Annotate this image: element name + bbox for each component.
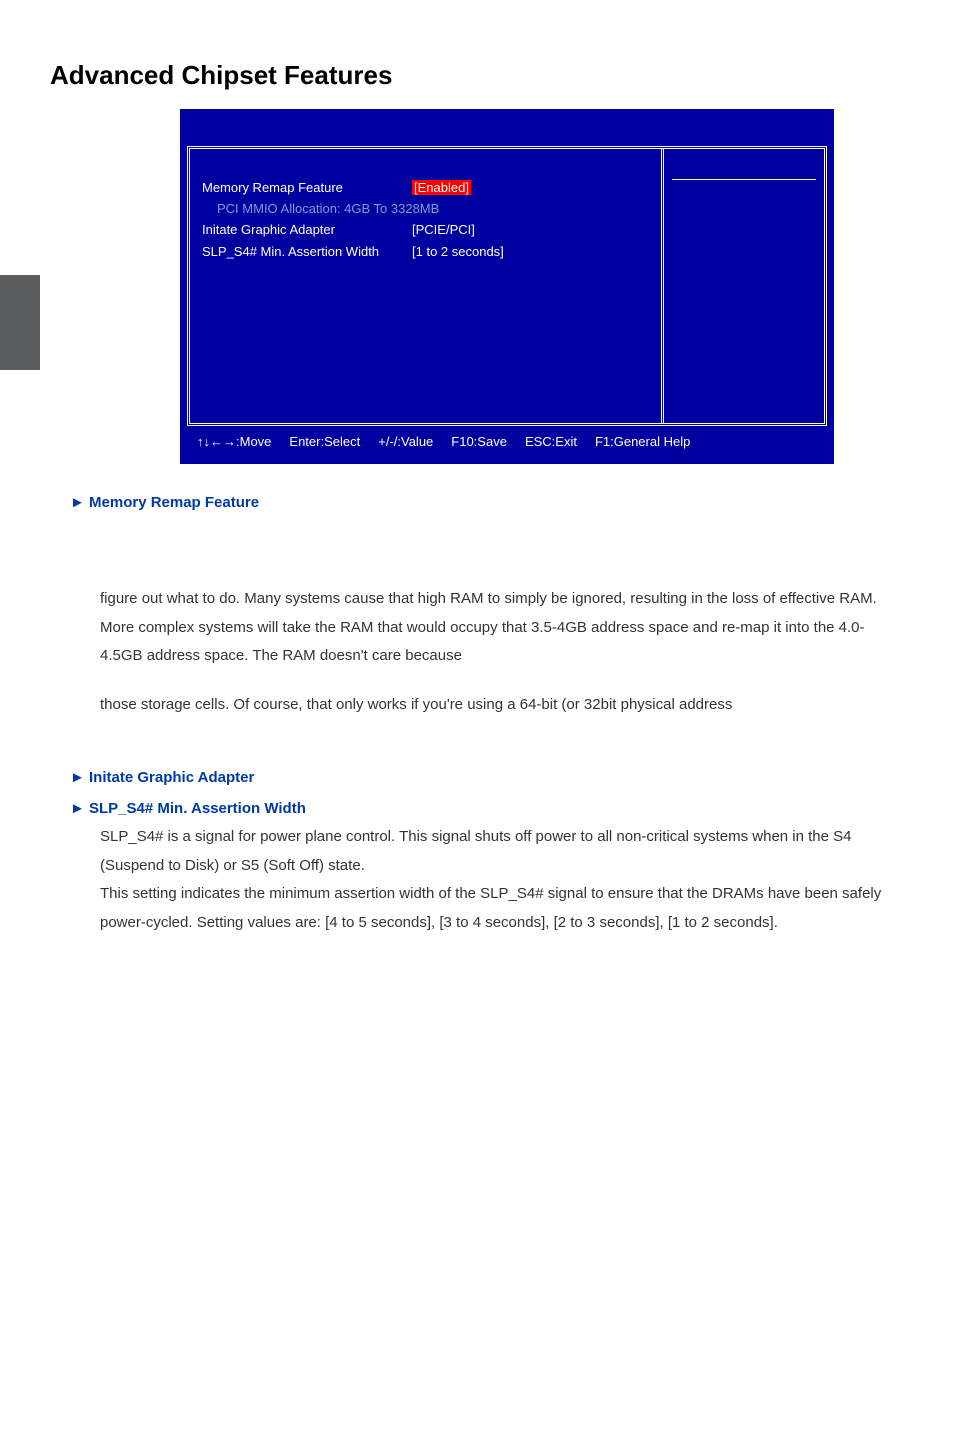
bios-screen: Memory Remap Feature [Enabled] PCI MMIO … bbox=[180, 109, 834, 464]
bios-footer-move: ↑↓←→:Move bbox=[197, 434, 271, 449]
bios-right-divider bbox=[672, 179, 816, 189]
bios-row-memory-remap[interactable]: Memory Remap Feature [Enabled] bbox=[202, 179, 649, 197]
bios-label-memory-remap: Memory Remap Feature bbox=[202, 179, 412, 197]
memory-remap-para2: those storage cells. Of course, that onl… bbox=[100, 691, 894, 720]
bios-label-slp-s4: SLP_S4# Min. Assertion Width bbox=[202, 243, 412, 261]
bios-value-memory-remap: [Enabled] bbox=[412, 179, 649, 197]
bios-header-space bbox=[187, 116, 827, 146]
bios-footer-save: F10:Save bbox=[451, 434, 507, 449]
section-heading-memory-remap: ► Memory Remap Feature bbox=[70, 494, 904, 511]
bios-value-memory-remap-highlight: [Enabled] bbox=[412, 180, 471, 195]
bios-footer-value: +/-/:Value bbox=[378, 434, 433, 449]
bios-row-initate-graphic[interactable]: Initate Graphic Adapter [PCIE/PCI] bbox=[202, 221, 649, 239]
bios-footer-select: Enter:Select bbox=[289, 434, 360, 449]
bios-right-panel bbox=[664, 149, 824, 423]
bios-screenshot-container: Memory Remap Feature [Enabled] PCI MMIO … bbox=[180, 109, 834, 464]
memory-remap-para1: figure out what to do. Many systems caus… bbox=[100, 585, 894, 671]
bios-value-slp-s4: [1 to 2 seconds] bbox=[412, 243, 649, 261]
bios-footer-help: F1:General Help bbox=[595, 434, 690, 449]
bios-label-pci-mmio: PCI MMIO Allocation: 4GB To 3328MB bbox=[202, 200, 439, 218]
section-heading-slp-s4: ► SLP_S4# Min. Assertion Width bbox=[70, 800, 904, 817]
bios-value-initate-graphic: [PCIE/PCI] bbox=[412, 221, 649, 239]
bios-label-initate-graphic: Initate Graphic Adapter bbox=[202, 221, 412, 239]
section-heading-initate-graphic: ► Initate Graphic Adapter bbox=[70, 769, 904, 786]
page-title: Advanced Chipset Features bbox=[50, 60, 904, 91]
bios-body: Memory Remap Feature [Enabled] PCI MMIO … bbox=[187, 146, 827, 426]
side-tab-decoration bbox=[0, 275, 40, 370]
bios-row-slp-s4[interactable]: SLP_S4# Min. Assertion Width [1 to 2 sec… bbox=[202, 243, 649, 261]
bios-footer-exit: ESC:Exit bbox=[525, 434, 577, 449]
slp-s4-para: SLP_S4# is a signal for power plane cont… bbox=[100, 823, 894, 937]
bios-left-panel: Memory Remap Feature [Enabled] PCI MMIO … bbox=[190, 149, 664, 423]
bios-row-pci-mmio: PCI MMIO Allocation: 4GB To 3328MB bbox=[202, 200, 649, 218]
bios-footer: ↑↓←→:Move Enter:Select +/-/:Value F10:Sa… bbox=[187, 426, 827, 457]
